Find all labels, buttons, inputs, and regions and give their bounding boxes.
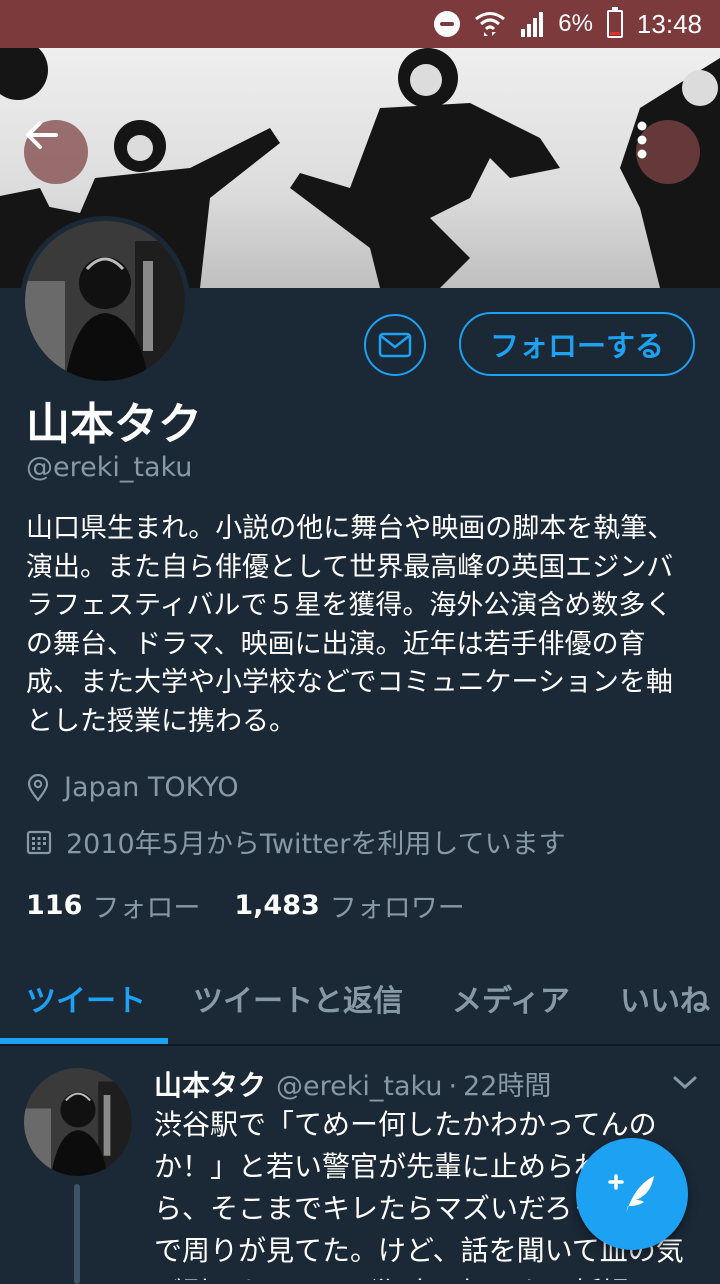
calendar-icon — [26, 830, 52, 854]
wifi-icon — [474, 10, 506, 38]
compose-tweet-icon — [608, 1174, 654, 1214]
tab-likes[interactable]: いいね — [620, 976, 710, 1020]
following-count[interactable]: 116 — [26, 890, 82, 921]
avatar-photo — [25, 221, 185, 381]
chevron-down-icon — [673, 1076, 697, 1090]
back-button[interactable] — [24, 120, 88, 184]
tab-tweets-and-replies[interactable]: ツイートと返信 — [193, 976, 403, 1020]
compose-tweet-button[interactable] — [576, 1138, 688, 1250]
profile-avatar[interactable] — [20, 216, 190, 386]
signal-icon — [520, 11, 544, 37]
followers-count[interactable]: 1,483 — [234, 890, 319, 921]
joined-text: 2010年5月からTwitterを利用しています — [66, 829, 566, 860]
profile-tabs: ツイート ツイートと返信 メディア いいね — [0, 958, 720, 1046]
status-bar: 6% 13:48 — [0, 0, 720, 48]
tweet-avatar[interactable] — [24, 1068, 132, 1176]
tweet-author-name[interactable]: 山本タク — [154, 1064, 266, 1104]
profile-handle: @ereki_taku — [26, 452, 193, 483]
mail-icon — [378, 332, 412, 358]
battery-percent: 6% — [558, 10, 593, 37]
active-tab-indicator — [0, 1038, 168, 1044]
more-options-button[interactable] — [636, 120, 700, 184]
tweet-menu-button[interactable] — [672, 1074, 698, 1096]
tweet-author-handle: @ereki_taku — [276, 1071, 443, 1102]
thread-line — [74, 1184, 80, 1284]
tweet-header: 山本タク @ereki_taku · 22時間 — [154, 1064, 551, 1104]
following-label[interactable]: フォロー — [92, 886, 200, 925]
status-time: 13:48 — [636, 8, 702, 39]
tweet-time: 22時間 — [463, 1071, 552, 1102]
back-arrow-icon — [26, 121, 58, 149]
battery-icon — [606, 7, 623, 38]
profile-bio: 山口県生まれ。小説の他に舞台や映画の脚本を執筆、演出。また自ら俳優として世界最高… — [26, 513, 675, 737]
follow-stats: 116 フォロー 1,483 フォロワー — [26, 886, 465, 925]
location-pin-icon — [27, 773, 49, 802]
profile-name: 山本タク — [26, 399, 202, 450]
followers-label[interactable]: フォロワー — [330, 886, 465, 925]
tab-tweets[interactable]: ツイート — [26, 976, 146, 1020]
do-not-disturb-icon — [434, 11, 461, 37]
profile-joined: 2010年5月からTwitterを利用しています — [26, 822, 566, 861]
tweet-separator: · — [448, 1071, 458, 1102]
more-vertical-icon — [637, 121, 647, 159]
profile-location: Japan TOKYO — [26, 772, 239, 803]
tab-media[interactable]: メディア — [452, 976, 570, 1020]
location-text: Japan TOKYO — [64, 772, 239, 803]
message-button[interactable] — [364, 314, 426, 376]
follow-button[interactable]: フォローする — [459, 312, 695, 376]
